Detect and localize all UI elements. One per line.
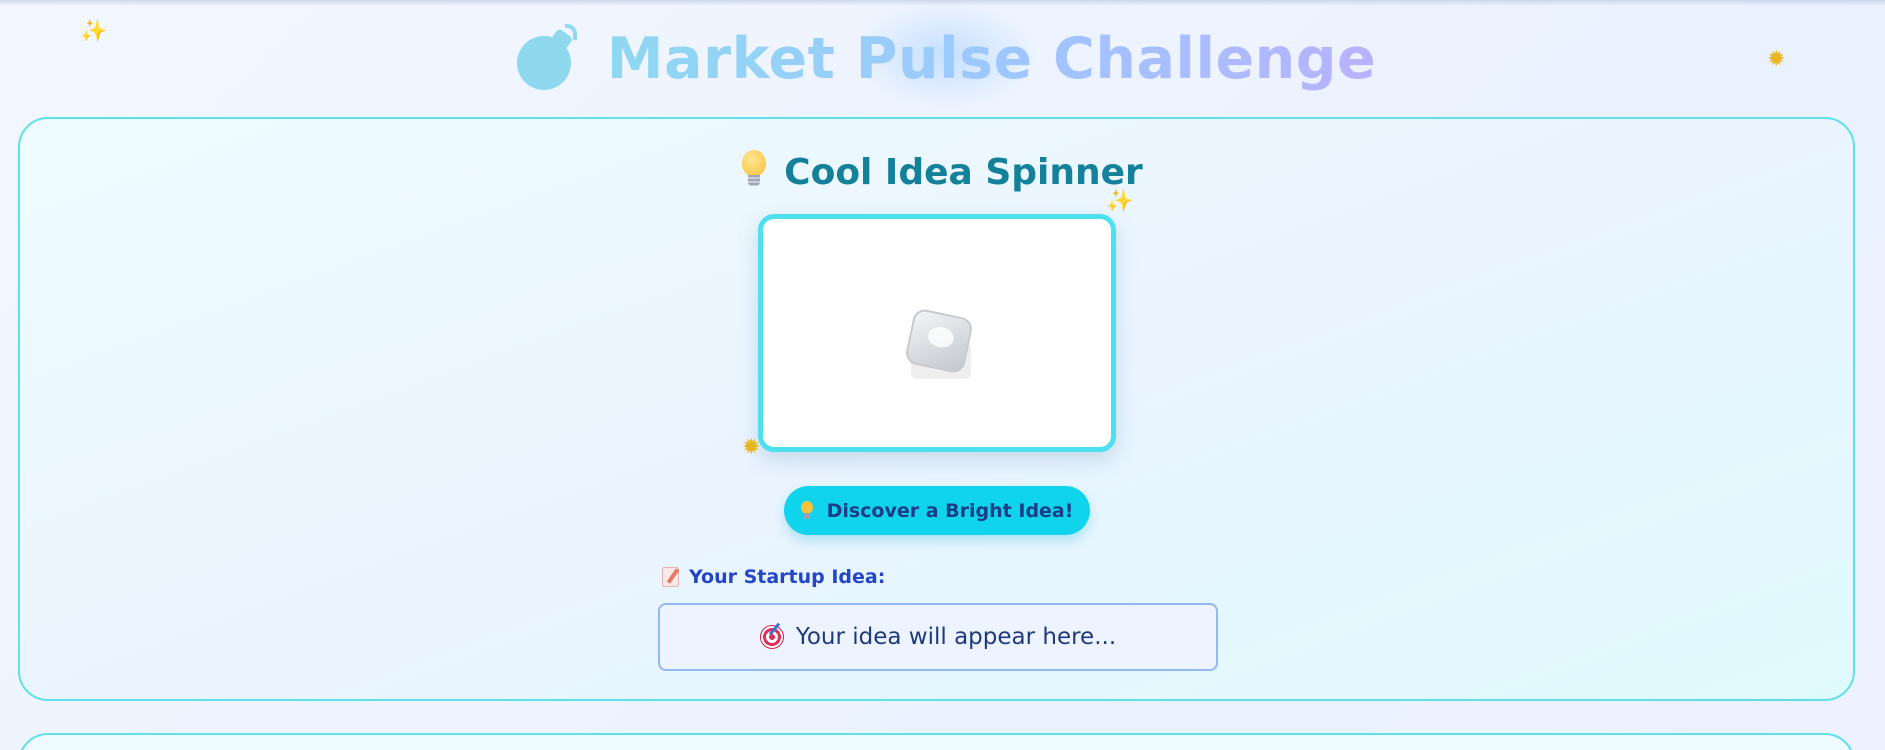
sparkles-icon: ✨: [1106, 188, 1134, 213]
sparkles-icon: ✨: [80, 18, 108, 43]
bomb-icon: [509, 24, 579, 94]
page-header: Market Pulse Challenge: [0, 14, 1885, 104]
light-bulb-icon: [800, 501, 813, 520]
startup-idea-text: Your idea will appear here...: [795, 624, 1117, 650]
spinner-title: Cool Idea Spinner: [0, 150, 1885, 193]
spinner-title-text: Cool Idea Spinner: [784, 152, 1143, 193]
startup-idea-output: Your idea will appear here...: [658, 603, 1218, 671]
startup-idea-label-text: Your Startup Idea:: [689, 566, 886, 588]
discover-button-label: Discover a Bright Idea!: [826, 499, 1074, 522]
startup-idea-label: Your Startup Idea:: [662, 566, 885, 588]
ice-cube-icon: [903, 307, 975, 379]
page-title: Market Pulse Challenge: [606, 26, 1377, 92]
sparkle-burst-icon: ✹: [742, 434, 761, 459]
idea-display-box: [758, 214, 1116, 452]
memo-icon: [662, 567, 680, 587]
direct-hit-icon: [759, 622, 784, 649]
discover-idea-button[interactable]: Discover a Bright Idea!: [784, 486, 1090, 535]
next-card: [18, 733, 1855, 750]
light-bulb-icon: [742, 150, 767, 188]
sparkle-burst-icon: ✹: [1767, 46, 1786, 71]
